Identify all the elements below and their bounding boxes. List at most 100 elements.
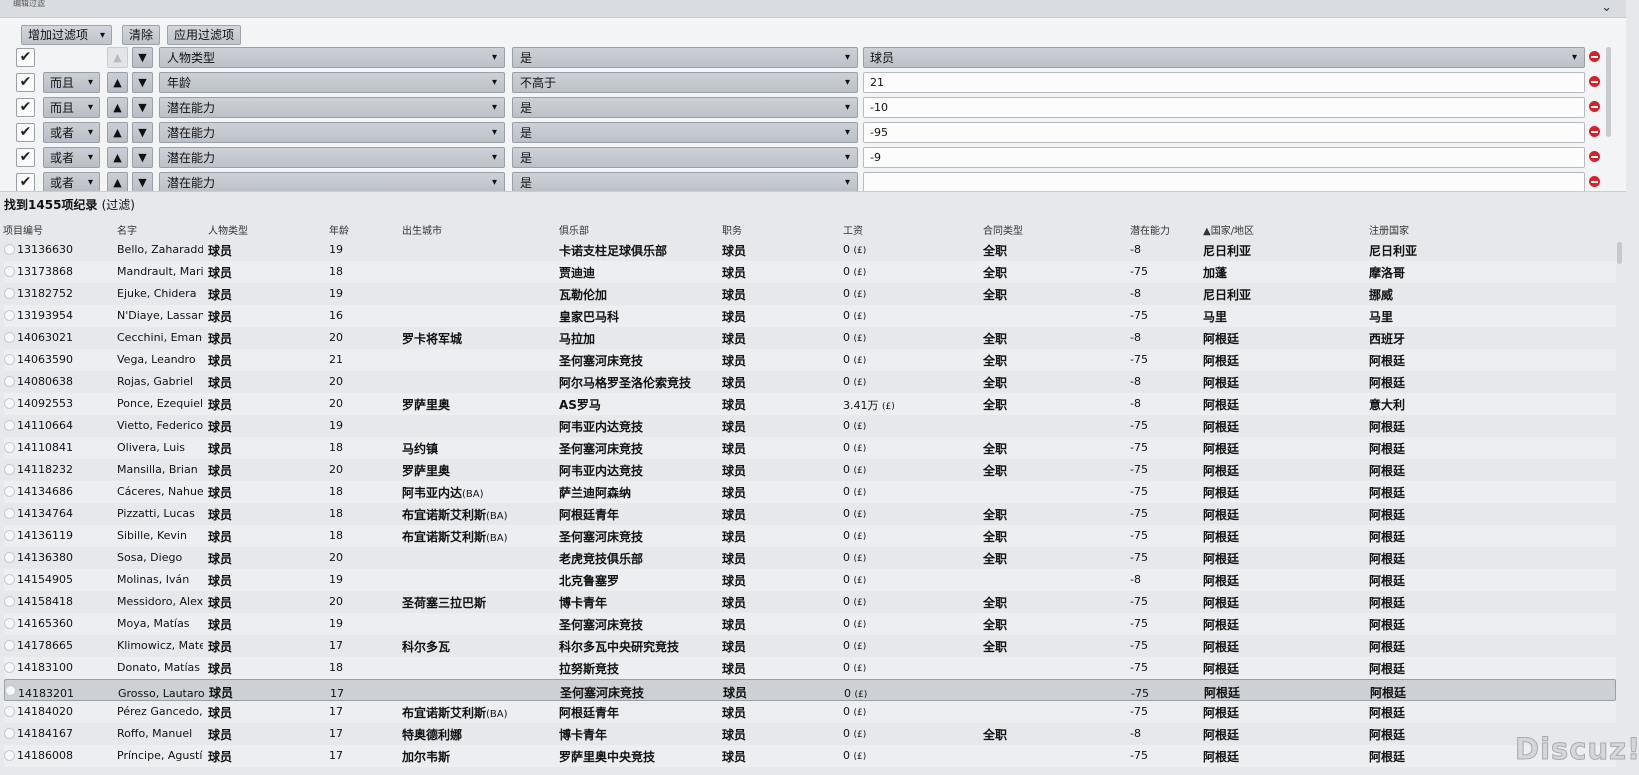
column-header[interactable]: 俱乐部 — [559, 222, 589, 237]
filter-enabled-checkbox[interactable]: ✔ — [16, 73, 35, 92]
table-row[interactable]: 14063590 Vega, Leandro 球员 21 圣何塞河床竞技 球员 0 (£) 全… — [4, 349, 1616, 371]
filter-value-input[interactable] — [863, 172, 1585, 191]
table-row[interactable]: 14165360 Moya, Matías 球员 19 圣何塞河床竞技 球员 0 (£) 全职… — [4, 613, 1616, 635]
remove-filter-icon[interactable] — [1589, 151, 1600, 162]
column-header[interactable]: 出生城市 — [402, 222, 442, 237]
filter-field-select[interactable]: 潜在能力 ▾ — [159, 172, 505, 191]
table-scrollbar[interactable] — [1617, 242, 1622, 264]
column-header[interactable]: 名字 — [117, 222, 137, 237]
row-check-icon[interactable] — [5, 685, 16, 696]
move-down-button[interactable]: ▼ — [132, 147, 153, 168]
apply-filter-button[interactable]: 应用过滤项 — [167, 25, 242, 45]
row-check-icon[interactable] — [4, 662, 15, 673]
move-up-button[interactable]: ▲ — [107, 97, 128, 118]
row-check-icon[interactable] — [4, 354, 15, 365]
row-check-icon[interactable] — [4, 398, 15, 409]
column-header[interactable]: 年龄 — [329, 222, 349, 237]
filter-logic-select[interactable]: 而且 ▾ — [43, 72, 100, 93]
filter-field-select[interactable]: 人物类型 ▾ — [159, 47, 505, 68]
row-check-icon[interactable] — [4, 728, 15, 739]
move-down-button[interactable]: ▼ — [132, 72, 153, 93]
row-check-icon[interactable] — [4, 244, 15, 255]
table-row[interactable]: 14184167 Roffo, Manuel 球员 17 特奥德利娜 博卡青年 球员 0 (£… — [4, 723, 1616, 745]
filter-value-input[interactable]: 21 — [863, 72, 1585, 93]
row-check-icon[interactable] — [4, 618, 15, 629]
filter-operator-select[interactable]: 是 ▾ — [512, 172, 858, 191]
row-check-icon[interactable] — [4, 288, 15, 299]
table-row[interactable]: 14136119 Sibille, Kevin 球员 18 布宜诺斯艾利斯(BA) 圣何塞… — [4, 525, 1616, 547]
row-check-icon[interactable] — [4, 574, 15, 585]
move-down-button[interactable]: ▼ — [132, 122, 153, 143]
move-up-button[interactable]: ▲ — [107, 72, 128, 93]
remove-filter-icon[interactable] — [1589, 51, 1600, 62]
filter-value-input[interactable]: -10 — [863, 97, 1585, 118]
remove-filter-icon[interactable] — [1589, 101, 1600, 112]
table-row[interactable]: 14063021 Cecchini, Emanuel 球员 20 罗卡将军城 马拉加 球员 0… — [4, 327, 1616, 349]
row-check-icon[interactable] — [4, 376, 15, 387]
table-row[interactable]: 14092553 Ponce, Ezequiel 球员 20 罗萨里奥 AS罗马 球员 3.4… — [4, 393, 1616, 415]
table-row[interactable]: 14183100 Donato, Matías 球员 18 拉努斯竞技 球员 0 (£) -7… — [4, 657, 1616, 679]
move-down-button[interactable]: ▼ — [132, 172, 153, 191]
filter-scrollbar[interactable] — [1606, 47, 1611, 137]
column-header[interactable]: 注册国家 — [1369, 222, 1409, 237]
column-header[interactable]: 项目编号 — [3, 222, 43, 237]
table-row[interactable]: 14080638 Rojas, Gabriel 球员 20 阿尔马格罗圣洛伦索竞技 球员 0… — [4, 371, 1616, 393]
filter-enabled-checkbox[interactable]: ✔ — [16, 148, 35, 167]
filter-operator-select[interactable]: 是 ▾ — [512, 147, 858, 168]
table-row[interactable]: 14110841 Olivera, Luis 球员 18 马约镇 圣何塞河床竞技 球员 0 (… — [4, 437, 1616, 459]
table-row[interactable]: 14183201 Grosso, Lautaro 球员 17 圣何塞河床竞技 球员 0 (£… — [4, 679, 1616, 701]
filter-field-select[interactable]: 潜在能力 ▾ — [159, 97, 505, 118]
filter-field-select[interactable]: 年龄 ▾ — [159, 72, 505, 93]
filter-logic-select[interactable]: 或者 ▾ — [43, 172, 100, 191]
filter-value-input[interactable]: -9 — [863, 147, 1585, 168]
move-up-button[interactable]: ▲ — [107, 147, 128, 168]
move-up-button[interactable]: ▲ — [107, 122, 128, 143]
table-row[interactable]: 14110664 Vietto, Federico 球员 19 阿韦亚内达竞技 球员 0 (… — [4, 415, 1616, 437]
table-row[interactable]: 14158418 Messidoro, Alexis 球员 20 圣荷塞三拉巴斯 博卡青年… — [4, 591, 1616, 613]
filter-enabled-checkbox[interactable]: ✔ — [16, 173, 35, 191]
row-check-icon[interactable] — [4, 706, 15, 717]
filter-enabled-checkbox[interactable]: ✔ — [16, 48, 35, 67]
filter-logic-select[interactable]: 或者 ▾ — [43, 147, 100, 168]
row-check-icon[interactable] — [4, 332, 15, 343]
row-check-icon[interactable] — [4, 266, 15, 277]
column-header[interactable]: ▲国家/地区 — [1203, 222, 1254, 237]
move-down-button[interactable]: ▼ — [132, 97, 153, 118]
filter-logic-select[interactable]: 而且 ▾ — [43, 97, 100, 118]
filter-operator-select[interactable]: 不高于 ▾ — [512, 72, 858, 93]
filter-value-select[interactable]: 球员 ▾ — [863, 47, 1585, 68]
row-check-icon[interactable] — [4, 640, 15, 651]
table-row[interactable]: 14184020 Pérez Gancedo,... 球员 17 布宜诺斯艾利斯(BA)… — [4, 701, 1616, 723]
filter-field-select[interactable]: 潜在能力 ▾ — [159, 147, 505, 168]
filter-value-input[interactable]: -95 — [863, 122, 1585, 143]
row-check-icon[interactable] — [4, 486, 15, 497]
remove-filter-icon[interactable] — [1589, 176, 1600, 187]
filter-operator-select[interactable]: 是 ▾ — [512, 122, 858, 143]
table-row[interactable]: 14118232 Mansilla, Brian 球员 20 罗萨里奥 阿韦亚内达竞技 球员… — [4, 459, 1616, 481]
filter-operator-select[interactable]: 是 ▾ — [512, 47, 858, 68]
remove-filter-icon[interactable] — [1589, 126, 1600, 137]
table-row[interactable]: 13193954 N'Diaye, Lassana 球员 16 皇家巴马科 球员 0 (£)… — [4, 305, 1616, 327]
column-header[interactable]: 工资 — [843, 222, 863, 237]
filter-field-select[interactable]: 潜在能力 ▾ — [159, 122, 505, 143]
row-check-icon[interactable] — [4, 442, 15, 453]
move-up-button[interactable]: ▲ — [107, 47, 128, 68]
row-check-icon[interactable] — [4, 508, 15, 519]
add-filter-button[interactable]: 增加过滤项 ▾ — [21, 25, 112, 45]
remove-filter-icon[interactable] — [1589, 76, 1600, 87]
row-check-icon[interactable] — [4, 464, 15, 475]
column-header[interactable]: 合同类型 — [983, 222, 1023, 237]
table-row[interactable]: 14136380 Sosa, Diego 球员 20 老虎竞技俱乐部 球员 0 (£) 全职 -… — [4, 547, 1616, 569]
column-header[interactable]: 人物类型 — [208, 222, 248, 237]
row-check-icon[interactable] — [4, 420, 15, 431]
move-up-button[interactable]: ▲ — [107, 172, 128, 191]
table-row[interactable]: 13136630 Bello, Zaharadde... 球员 19 卡诺支柱足球俱乐部… — [4, 239, 1616, 261]
table-row[interactable]: 14134764 Pizzatti, Lucas 球员 18 布宜诺斯艾利斯(BA) 阿根… — [4, 503, 1616, 525]
clear-button[interactable]: 清除 — [122, 25, 161, 45]
row-check-icon[interactable] — [4, 310, 15, 321]
column-header[interactable]: 潜在能力 — [1130, 222, 1170, 237]
row-check-icon[interactable] — [4, 530, 15, 541]
filter-enabled-checkbox[interactable]: ✔ — [16, 98, 35, 117]
row-check-icon[interactable] — [4, 750, 15, 761]
table-row[interactable]: 14154905 Molinas, Iván 球员 19 北克鲁塞罗 球员 0 (£) -8 阿… — [4, 569, 1616, 591]
